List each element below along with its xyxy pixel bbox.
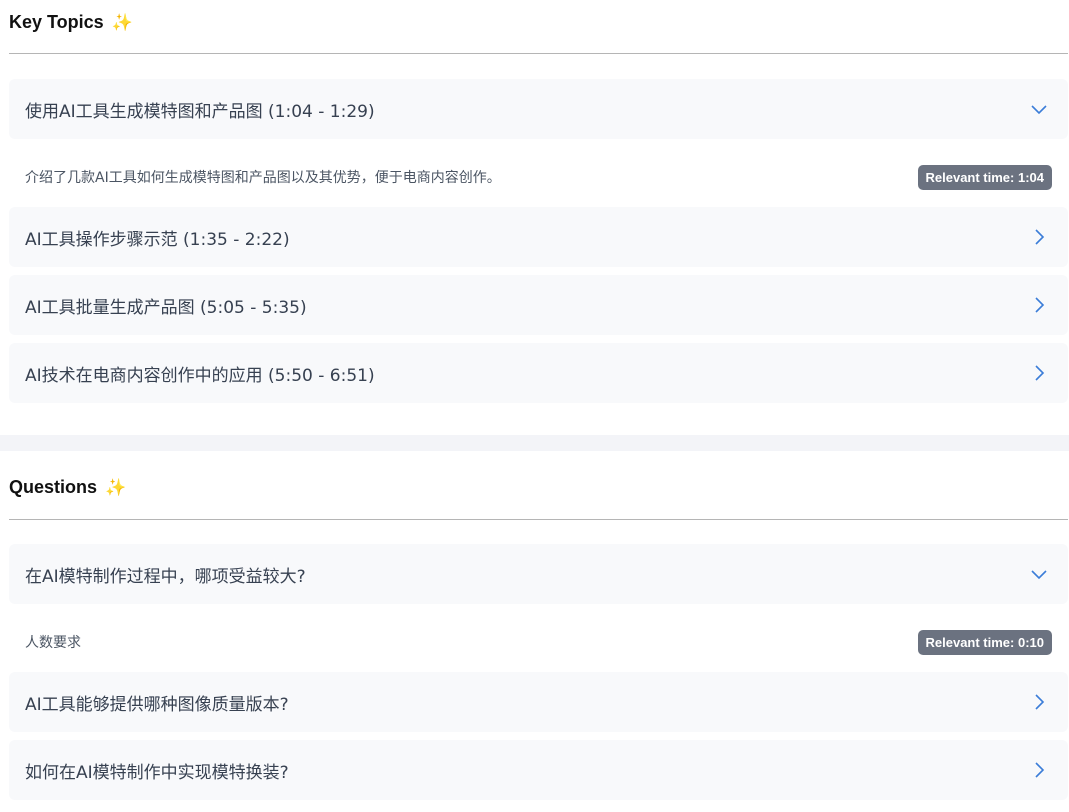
question-detail: 人数要求 Relevant time: 0:10 — [9, 627, 1068, 657]
topic-card-1[interactable]: 使用AI工具生成模特图和产品图 (1:04 - 1:29) — [9, 79, 1068, 139]
topic-card-2[interactable]: AI工具操作步骤示范 (1:35 - 2:22) — [9, 207, 1068, 267]
section-separator-band — [0, 435, 1069, 451]
question-label: AI工具能够提供哪种图像质量版本? — [25, 694, 289, 715]
topic-detail: 介绍了几款AI工具如何生成模特图和产品图以及其优势，便于电商内容创作。 Rele… — [9, 162, 1068, 192]
chevron-right-icon[interactable] — [1030, 693, 1048, 711]
relevant-time-badge[interactable]: Relevant time: 0:10 — [917, 629, 1052, 655]
key-topics-heading: Key Topics ✨ — [9, 12, 133, 33]
topic-card-3[interactable]: AI工具批量生成产品图 (5:05 - 5:35) — [9, 275, 1068, 335]
topic-detail-text: 介绍了几款AI工具如何生成模特图和产品图以及其优势，便于电商内容创作。 — [25, 170, 501, 186]
section-divider — [9, 519, 1068, 520]
section-divider — [9, 53, 1068, 54]
topic-card-4[interactable]: AI技术在电商内容创作中的应用 (5:50 - 6:51) — [9, 343, 1068, 403]
sparkle-icon: ✨ — [111, 12, 133, 32]
sparkle-icon: ✨ — [105, 477, 127, 497]
question-label: 如何在AI模特制作中实现模特换装? — [25, 762, 289, 783]
question-card-2[interactable]: AI工具能够提供哪种图像质量版本? — [9, 672, 1068, 732]
chevron-down-icon[interactable] — [1030, 565, 1048, 583]
chevron-right-icon[interactable] — [1030, 296, 1048, 314]
topic-label: AI工具操作步骤示范 (1:35 - 2:22) — [25, 229, 290, 250]
questions-title: Questions — [9, 477, 98, 497]
question-label: 在AI模特制作过程中，哪项受益较大? — [25, 566, 306, 587]
chevron-right-icon[interactable] — [1030, 228, 1048, 246]
question-card-3[interactable]: 如何在AI模特制作中实现模特换装? — [9, 740, 1068, 800]
topic-label: AI工具批量生成产品图 (5:05 - 5:35) — [25, 297, 307, 318]
key-topics-title: Key Topics — [9, 12, 104, 32]
relevant-time-badge[interactable]: Relevant time: 1:04 — [917, 164, 1052, 190]
question-detail-text: 人数要求 — [25, 635, 81, 651]
questions-heading: Questions ✨ — [9, 477, 126, 498]
chevron-right-icon[interactable] — [1030, 364, 1048, 382]
chevron-right-icon[interactable] — [1030, 761, 1048, 779]
question-card-1[interactable]: 在AI模特制作过程中，哪项受益较大? — [9, 544, 1068, 604]
topic-label: AI技术在电商内容创作中的应用 (5:50 - 6:51) — [25, 365, 375, 386]
topic-label: 使用AI工具生成模特图和产品图 (1:04 - 1:29) — [25, 101, 375, 122]
chevron-down-icon[interactable] — [1030, 100, 1048, 118]
